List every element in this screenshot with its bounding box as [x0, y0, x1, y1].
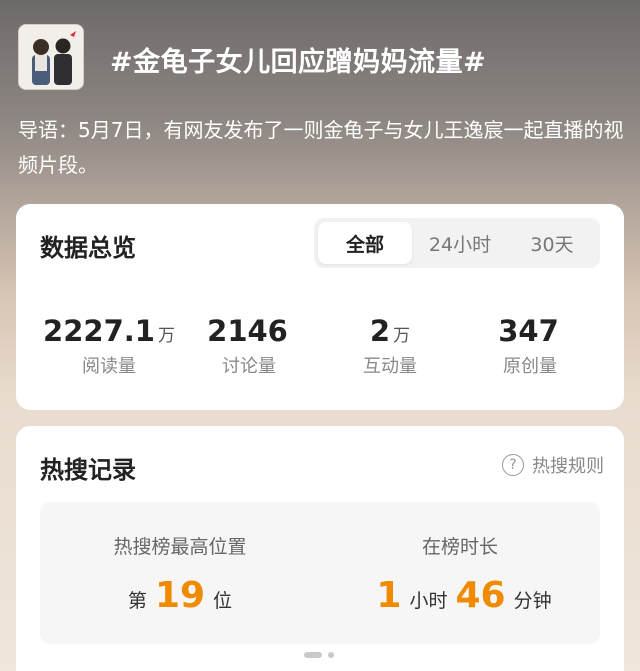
stat-label: 阅读量	[82, 356, 136, 377]
page-dot	[328, 652, 334, 658]
on-list-duration: 在榜时长 1 小时 46 分钟	[320, 532, 600, 616]
page-dot-active	[304, 652, 322, 658]
peak-suffix: 位	[213, 590, 233, 612]
duration-label: 在榜时长	[421, 536, 498, 558]
stat-value: 2146	[207, 314, 288, 348]
stat-reads: 2227.1 万 阅读量	[34, 314, 184, 378]
minutes-unit: 分钟	[513, 590, 552, 612]
stat-discussions: 2146 讨论量	[174, 314, 324, 378]
stat-originals: 347 原创量	[455, 314, 605, 378]
tab-24h[interactable]: 24小时	[412, 222, 508, 264]
topic-thumbnail[interactable]	[18, 24, 84, 90]
stat-interactions: 2万 互动量	[315, 314, 465, 378]
stat-label: 讨论量	[222, 356, 276, 377]
hot-search-card: 热搜记录 ? 热搜规则 热搜榜最高位置 第 19 位 在榜时长 1 小时 46 分钟	[16, 426, 624, 671]
stat-value: 2	[369, 314, 391, 348]
peak-value: 19	[154, 575, 206, 616]
rules-label: 热搜规则	[532, 456, 604, 477]
stat-unit: 万	[393, 326, 411, 346]
time-range-tabs: 全部 24小时 30天	[314, 218, 600, 268]
peak-value-row: 第 19 位	[40, 575, 320, 616]
topic-intro: 导语：5月7日，有网友发布了一则金龟子与女儿王逸宸一起直播的视频片段。	[18, 118, 624, 177]
hot-search-rules-link[interactable]: ? 热搜规则	[502, 452, 604, 478]
people-thumbnail-image	[19, 25, 83, 89]
overview-title: 数据总览	[40, 234, 136, 262]
topic-header: #金龟子女儿回应蹭妈妈流量#	[18, 24, 622, 94]
stat-unit: 万	[157, 326, 175, 346]
hot-search-panel: 热搜榜最高位置 第 19 位 在榜时长 1 小时 46 分钟	[40, 502, 600, 644]
peak-label: 热搜榜最高位置	[113, 536, 247, 558]
overview-card: 数据总览 全部 24小时 30天 2227.1 万 阅读量 2146 讨论量 2万…	[16, 204, 624, 410]
duration-hours: 1	[376, 575, 402, 616]
stat-label: 互动量	[363, 356, 417, 377]
tab-30d[interactable]: 30天	[508, 222, 596, 264]
topic-title: #金龟子女儿回应蹭妈妈流量#	[110, 47, 487, 78]
stat-value: 347	[498, 314, 559, 348]
duration-minutes: 46	[455, 575, 506, 616]
page-indicator	[304, 652, 334, 658]
hours-unit: 小时	[409, 590, 448, 612]
question-circle-icon: ?	[502, 454, 524, 476]
stat-value: 2227.1	[43, 314, 155, 348]
stat-label: 原创量	[503, 356, 557, 377]
peak-prefix: 第	[127, 590, 147, 612]
peak-position: 热搜榜最高位置 第 19 位	[40, 532, 320, 616]
duration-value-row: 1 小时 46 分钟	[320, 575, 600, 616]
tab-all[interactable]: 全部	[318, 222, 412, 264]
hot-search-title: 热搜记录	[40, 456, 136, 484]
